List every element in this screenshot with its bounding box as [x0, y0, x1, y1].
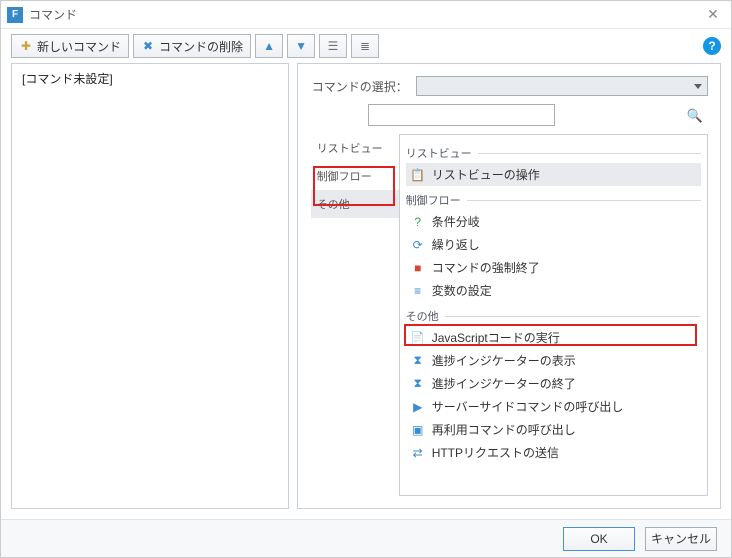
help-icon[interactable]: ? [703, 37, 721, 55]
detail-list-icon: ≣ [358, 39, 372, 53]
command-item-icon: ▶ [410, 399, 426, 415]
list-view-button[interactable]: ☰ [319, 34, 347, 58]
command-select-dropdown[interactable] [416, 76, 708, 96]
command-item-label: 進捗インジケーターの表示 [432, 352, 576, 369]
command-item-icon: ⇄ [410, 445, 426, 461]
command-item-icon: ≡ [410, 283, 426, 299]
up-arrow-icon: ▲ [262, 39, 276, 53]
command-item[interactable]: ≡ 変数の設定 [406, 279, 701, 302]
command-item-label: 進捗インジケーターの終了 [432, 375, 576, 392]
command-item[interactable]: 📋 リストビューの操作 [406, 163, 701, 186]
dialog-footer: OK キャンセル [1, 519, 731, 557]
command-item[interactable]: ▶ サーバーサイドコマンドの呼び出し [406, 395, 701, 418]
command-item-icon: 📄 [410, 330, 426, 346]
section-header: リストビュー [406, 145, 701, 161]
command-item-label: HTTPリクエストの送信 [432, 444, 559, 461]
section-divider [467, 200, 701, 201]
command-item-icon: ⟳ [410, 237, 426, 253]
ok-button[interactable]: OK [563, 527, 635, 551]
new-command-button[interactable]: ✚ 新しいコマンド [11, 34, 129, 58]
new-command-label: 新しいコマンド [37, 38, 121, 55]
command-item-label: 再利用コマンドの呼び出し [432, 421, 576, 438]
command-item-label: サーバーサイドコマンドの呼び出し [432, 398, 624, 415]
section-header: その他 [406, 308, 701, 324]
category-item[interactable]: その他 [311, 190, 399, 218]
command-unset-item[interactable]: [コマンド未設定] [22, 70, 278, 87]
section-header: 制御フロー [406, 192, 701, 208]
section-divider [445, 316, 701, 317]
command-item[interactable]: 📄 JavaScriptコードの実行 [406, 326, 701, 349]
select-command-row: コマンドの選択： [312, 76, 708, 96]
app-icon: F [7, 7, 23, 23]
search-row: 🔍 [312, 104, 708, 126]
command-item-label: 繰り返し [432, 236, 480, 253]
command-item-label: コマンドの強制終了 [432, 259, 540, 276]
category-item[interactable]: リストビュー [311, 134, 399, 162]
command-item-icon: ⧗ [410, 376, 426, 392]
command-item-icon: ■ [410, 260, 426, 276]
command-item[interactable]: ⟳ 繰り返し [406, 233, 701, 256]
command-item-icon: ? [410, 214, 426, 230]
toolbar: ✚ 新しいコマンド ✖ コマンドの削除 ▲ ▼ ☰ ≣ ? [1, 29, 731, 63]
command-item-label: リストビューの操作 [432, 166, 540, 183]
command-item-icon: 📋 [410, 167, 426, 183]
cancel-button[interactable]: キャンセル [645, 527, 717, 551]
delete-command-label: コマンドの削除 [159, 38, 243, 55]
command-config-panel: コマンドの選択： 🔍 リストビュー制御フローその他 リストビュー📋リストビューの… [297, 63, 721, 509]
move-up-button[interactable]: ▲ [255, 34, 283, 58]
category-list: リストビュー制御フローその他 [311, 134, 399, 496]
section-title: 制御フロー [406, 192, 461, 208]
lower-selection-area: リストビュー制御フローその他 リストビュー📋リストビューの操作制御フロー?条件分… [311, 134, 708, 496]
commands-list-panel: [コマンド未設定] [11, 63, 289, 509]
detail-view-button[interactable]: ≣ [351, 34, 379, 58]
command-item[interactable]: ⧗ 進捗インジケーターの終了 [406, 372, 701, 395]
select-command-label: コマンドの選択： [312, 78, 408, 95]
plus-icon: ✚ [19, 39, 33, 53]
search-icon: 🔍 [687, 108, 703, 124]
category-item[interactable]: 制御フロー [311, 162, 399, 190]
command-item-label: JavaScriptコードの実行 [432, 329, 560, 346]
command-item[interactable]: ⧗ 進捗インジケーターの表示 [406, 349, 701, 372]
command-item[interactable]: ⇄ HTTPリクエストの送信 [406, 441, 701, 464]
close-icon[interactable]: ✕ [701, 3, 725, 27]
section-divider [478, 153, 701, 154]
search-input[interactable] [368, 104, 555, 126]
command-item[interactable]: ■ コマンドの強制終了 [406, 256, 701, 279]
list-icon: ☰ [326, 39, 340, 53]
content-area: [コマンド未設定] コマンドの選択： 🔍 リストビュー制御フローその他 リストビ… [1, 63, 731, 519]
command-item-label: 変数の設定 [432, 282, 492, 299]
command-catalog-pane: リストビュー 📋 リストビューの操作制御フロー? 条件分岐 ⟳ 繰り返し ■ コマンドの強制終… [399, 134, 708, 496]
down-arrow-icon: ▼ [294, 39, 308, 53]
command-item-icon: ⧗ [410, 353, 426, 369]
move-down-button[interactable]: ▼ [287, 34, 315, 58]
window-title: コマンド [29, 6, 701, 23]
command-item[interactable]: ? 条件分岐 [406, 210, 701, 233]
command-item-icon: ▣ [410, 422, 426, 438]
titlebar: F コマンド ✕ [1, 1, 731, 29]
delete-command-button[interactable]: ✖ コマンドの削除 [133, 34, 251, 58]
command-item[interactable]: ▣ 再利用コマンドの呼び出し [406, 418, 701, 441]
section-title: リストビュー [406, 145, 472, 161]
dialog-window: F コマンド ✕ ✚ 新しいコマンド ✖ コマンドの削除 ▲ ▼ ☰ ≣ ? [… [0, 0, 732, 558]
delete-icon: ✖ [141, 39, 155, 53]
section-title: その他 [406, 308, 439, 324]
command-item-label: 条件分岐 [432, 213, 480, 230]
